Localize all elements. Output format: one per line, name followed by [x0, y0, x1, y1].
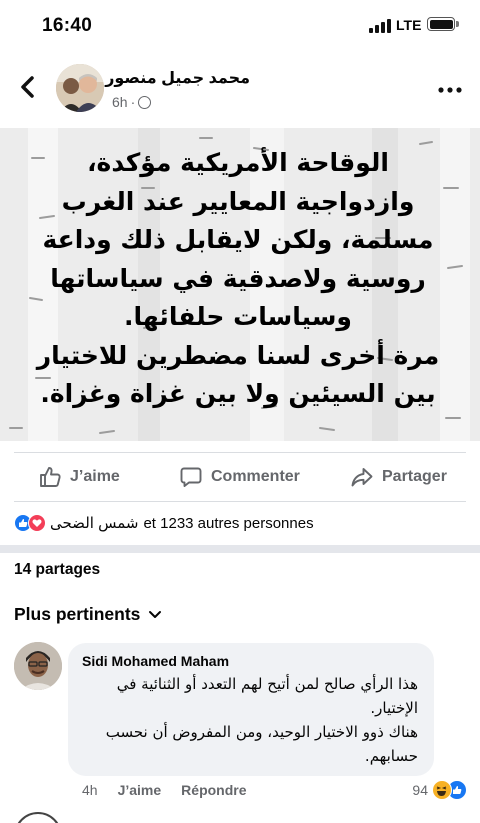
sort-label: Plus pertinents	[14, 604, 141, 624]
like-icon	[40, 467, 61, 487]
like-label: J’aime	[70, 468, 120, 485]
comment-author[interactable]: Sidi Mohamed Maham	[82, 653, 229, 669]
like-button[interactable]: J’aime	[38, 453, 120, 501]
commenter-avatar[interactable]	[14, 642, 62, 690]
comment-reply-button[interactable]: Répondre	[181, 782, 246, 798]
post-text-image[interactable]: الوقاحة الأمريكية مؤكدة، وازدواجية المعا…	[0, 128, 480, 441]
battery-icon	[427, 17, 455, 31]
share-icon	[351, 468, 373, 487]
author-avatar[interactable]	[56, 64, 104, 112]
comment-reactions[interactable]: 94	[412, 780, 467, 800]
section-divider	[0, 545, 480, 553]
comment-like-button[interactable]: J’aime	[118, 782, 162, 798]
shares-count[interactable]: 14 partages	[14, 561, 100, 579]
post-body: الوقاحة الأمريكية مؤكدة، وازدواجية المعا…	[36, 148, 440, 408]
back-icon	[21, 76, 34, 98]
battery-tip	[456, 21, 459, 27]
post-actions: J’aime Commenter Partager	[14, 452, 466, 502]
author-name[interactable]: محمد جميل منصور	[105, 68, 250, 88]
signal-icon	[369, 19, 391, 33]
comment-actions: 4h J’aime Répondre	[82, 782, 247, 798]
comment-reaction-count: 94	[412, 782, 428, 798]
more-button[interactable]	[438, 74, 462, 100]
comment-time: 4h	[82, 782, 98, 798]
comment-icon	[180, 467, 202, 487]
comment-sort-dropdown[interactable]: Plus pertinents	[14, 604, 162, 625]
back-button[interactable]	[12, 70, 44, 104]
chevron-down-icon	[149, 610, 162, 618]
more-icon	[438, 87, 462, 93]
share-label: Partager	[382, 468, 447, 485]
first-reactor-name: شمس الضحى	[50, 515, 139, 532]
status-time: 16:40	[42, 15, 93, 36]
comment-label: Commenter	[211, 468, 300, 485]
haha-reaction-icon	[432, 780, 452, 800]
meta-separator: ·	[130, 94, 136, 110]
next-commenter-avatar[interactable]	[14, 812, 62, 823]
comment-bubble: Sidi Mohamed Maham هذا الرأي صالح لمن أت…	[68, 643, 434, 776]
status-bar: 16:40 LTE	[0, 0, 480, 52]
post-header: محمد جميل منصور 6h ·	[0, 56, 480, 124]
comment-text: هذا الرأي صالح لمن أتيح لهم التعدد أو ال…	[105, 675, 418, 765]
share-button[interactable]: Partager	[350, 453, 447, 501]
reactions-text: شمس الضحى et 1233 autres personnes	[50, 514, 314, 533]
reactions-others: et 1233 autres personnes	[143, 514, 314, 532]
reactions-summary[interactable]: شمس الضحى et 1233 autres personnes	[14, 513, 314, 533]
post-time: 6h	[112, 94, 128, 110]
post-meta: 6h ·	[112, 94, 152, 110]
comment-button[interactable]: Commenter	[179, 453, 300, 501]
globe-icon	[138, 95, 152, 109]
love-reaction-icon	[28, 514, 46, 532]
network-label: LTE	[396, 17, 422, 33]
